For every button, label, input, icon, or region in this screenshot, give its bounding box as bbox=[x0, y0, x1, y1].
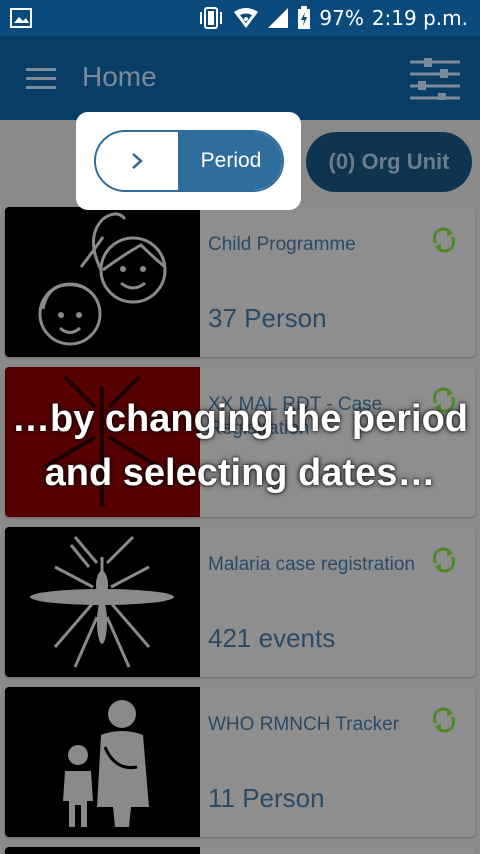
sync-icon[interactable] bbox=[429, 545, 459, 575]
wifi-icon bbox=[234, 8, 259, 28]
menu-icon[interactable] bbox=[26, 68, 56, 90]
period-label: Period bbox=[178, 132, 282, 190]
program-thumbnail bbox=[5, 847, 200, 854]
image-icon bbox=[10, 8, 32, 28]
status-bar: 97% 2:19 p.m. bbox=[0, 0, 480, 36]
family-icon bbox=[5, 687, 200, 837]
tutorial-caption-line1: …by changing the period bbox=[11, 398, 469, 440]
signal-icon bbox=[268, 8, 289, 28]
program-card-partial[interactable] bbox=[5, 847, 475, 854]
tutorial-caption-line2: and selecting dates… bbox=[44, 452, 436, 494]
app-toolbar: Home bbox=[0, 36, 480, 120]
program-card[interactable]: Child Programme 37 Person bbox=[5, 207, 475, 357]
battery-icon bbox=[298, 6, 311, 29]
org-unit-filter-button[interactable]: (0) Org Unit bbox=[306, 132, 472, 192]
program-count: 11 Person bbox=[208, 783, 325, 813]
page-title: Home bbox=[82, 61, 157, 92]
program-name: WHO RMNCH Tracker bbox=[208, 714, 400, 735]
program-card[interactable]: Malaria case registration 421 events bbox=[5, 527, 475, 677]
filter-icon[interactable] bbox=[410, 58, 460, 100]
sync-icon[interactable] bbox=[429, 705, 459, 735]
program-name: Child Programme bbox=[208, 234, 356, 255]
clock: 2:19 p.m. bbox=[371, 6, 468, 30]
program-name: Malaria case registration bbox=[208, 554, 415, 575]
vibrate-icon bbox=[200, 7, 223, 29]
sync-icon[interactable] bbox=[429, 225, 459, 255]
period-filter-button[interactable]: Period bbox=[94, 130, 284, 192]
chevron-right-icon bbox=[96, 132, 178, 190]
program-count: 37 Person bbox=[208, 303, 327, 333]
program-card[interactable]: WHO RMNCH Tracker 11 Person bbox=[5, 687, 475, 837]
tutorial-caption: …by changing the period and selecting da… bbox=[0, 392, 480, 500]
mosquito-icon bbox=[5, 527, 200, 677]
program-count: 421 events bbox=[208, 623, 336, 653]
children-icon bbox=[5, 207, 200, 357]
battery-level: 97% bbox=[319, 6, 364, 30]
